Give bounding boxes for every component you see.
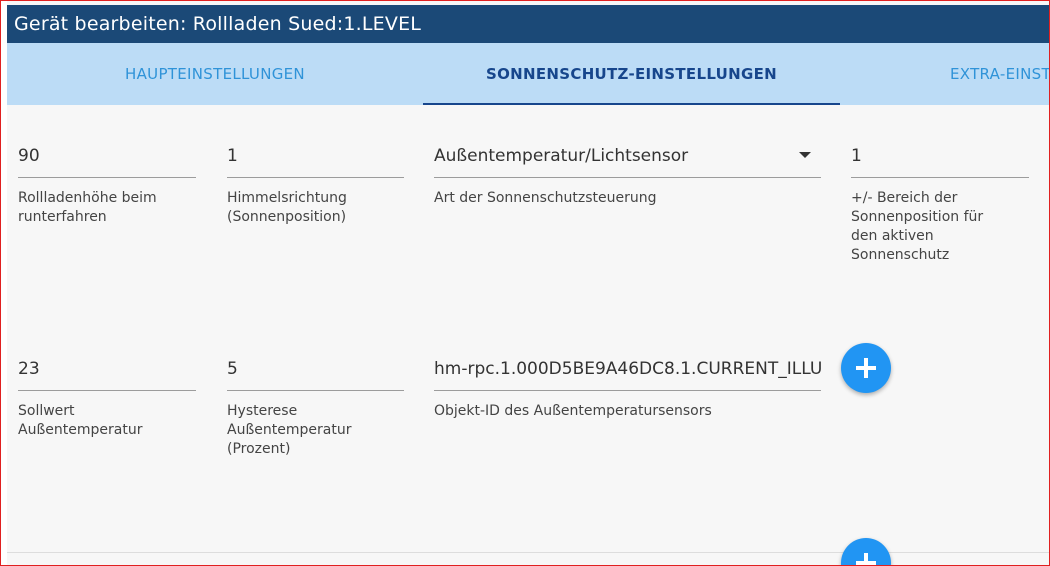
himmelsrichtung-label: Himmelsrichtung (Sonnenposition) [227,190,347,225]
plus-icon-vertical [864,553,868,565]
objekt-id-label: Objekt-ID des Außentemperatursensors [434,403,712,419]
rollladenhoehe-input[interactable]: 90 [18,135,196,177]
section-divider [7,552,1049,553]
input-underline [18,390,196,391]
tab-haupteinstellungen[interactable]: HAUPTEINSTELLUNGEN [7,43,423,105]
tab-extra-einstellungen[interactable]: EXTRA-EINSTELLUNGEN [840,43,1049,105]
add-button[interactable] [841,538,891,565]
input-underline [227,390,404,391]
field-hysterese: 5 Hysterese Außentemperatur (Prozent) [227,348,404,488]
input-underline [434,390,821,391]
field-himmelsrichtung: 1 Himmelsrichtung (Sonnenposition) [227,135,404,275]
edit-device-dialog: Gerät bearbeiten: Rollladen Sued:1.LEVEL… [7,1,1049,565]
input-underline [434,177,821,178]
input-underline [18,177,196,178]
input-underline [227,177,404,178]
himmelsrichtung-input[interactable]: 1 [227,135,404,177]
bereich-label: +/- Bereich der Sonnenposition für den a… [851,190,984,263]
active-tab-indicator [423,103,840,105]
hysterese-label: Hysterese Außentemperatur (Prozent) [227,403,352,457]
steuerung-label: Art der Sonnenschutzsteuerung [434,190,657,206]
field-objekt-id: hm-rpc.1.000D5BE9A46DC8.1.CURRENT_ILLUMI… [434,348,821,488]
steuerung-select[interactable]: Außentemperatur/Lichtsensor [434,135,791,177]
rollladenhoehe-label: Rollladenhöhe beim runterfahren [18,190,157,225]
hysterese-input[interactable]: 5 [227,348,404,390]
bereich-input[interactable]: 1 [851,135,1029,177]
field-steuerung: Außentemperatur/Lichtsensor Art der Sonn… [434,135,821,275]
add-object-id-button[interactable] [841,343,891,393]
field-sollwert: 23 Sollwert Außentemperatur [18,348,196,488]
plus-icon-vertical [864,358,868,378]
objekt-id-input[interactable]: hm-rpc.1.000D5BE9A46DC8.1.CURRENT_ILLUMI… [434,348,821,390]
sollwert-label: Sollwert Außentemperatur [18,403,143,438]
chevron-down-icon[interactable] [799,152,811,158]
dialog-title: Gerät bearbeiten: Rollladen Sued:1.LEVEL [7,5,1049,43]
tab-bar: HAUPTEINSTELLUNGEN SONNENSCHUTZ-EINSTELL… [7,43,1049,105]
field-rollladenhoehe: 90 Rollladenhöhe beim runterfahren [18,135,196,275]
input-underline [851,177,1029,178]
tab-sonnenschutz-einstellungen[interactable]: SONNENSCHUTZ-EINSTELLUNGEN [423,43,840,105]
screenshot-frame: Gerät bearbeiten: Rollladen Sued:1.LEVEL… [0,0,1050,566]
field-bereich: 1 +/- Bereich der Sonnenposition für den… [851,135,1029,295]
sollwert-input[interactable]: 23 [18,348,196,390]
